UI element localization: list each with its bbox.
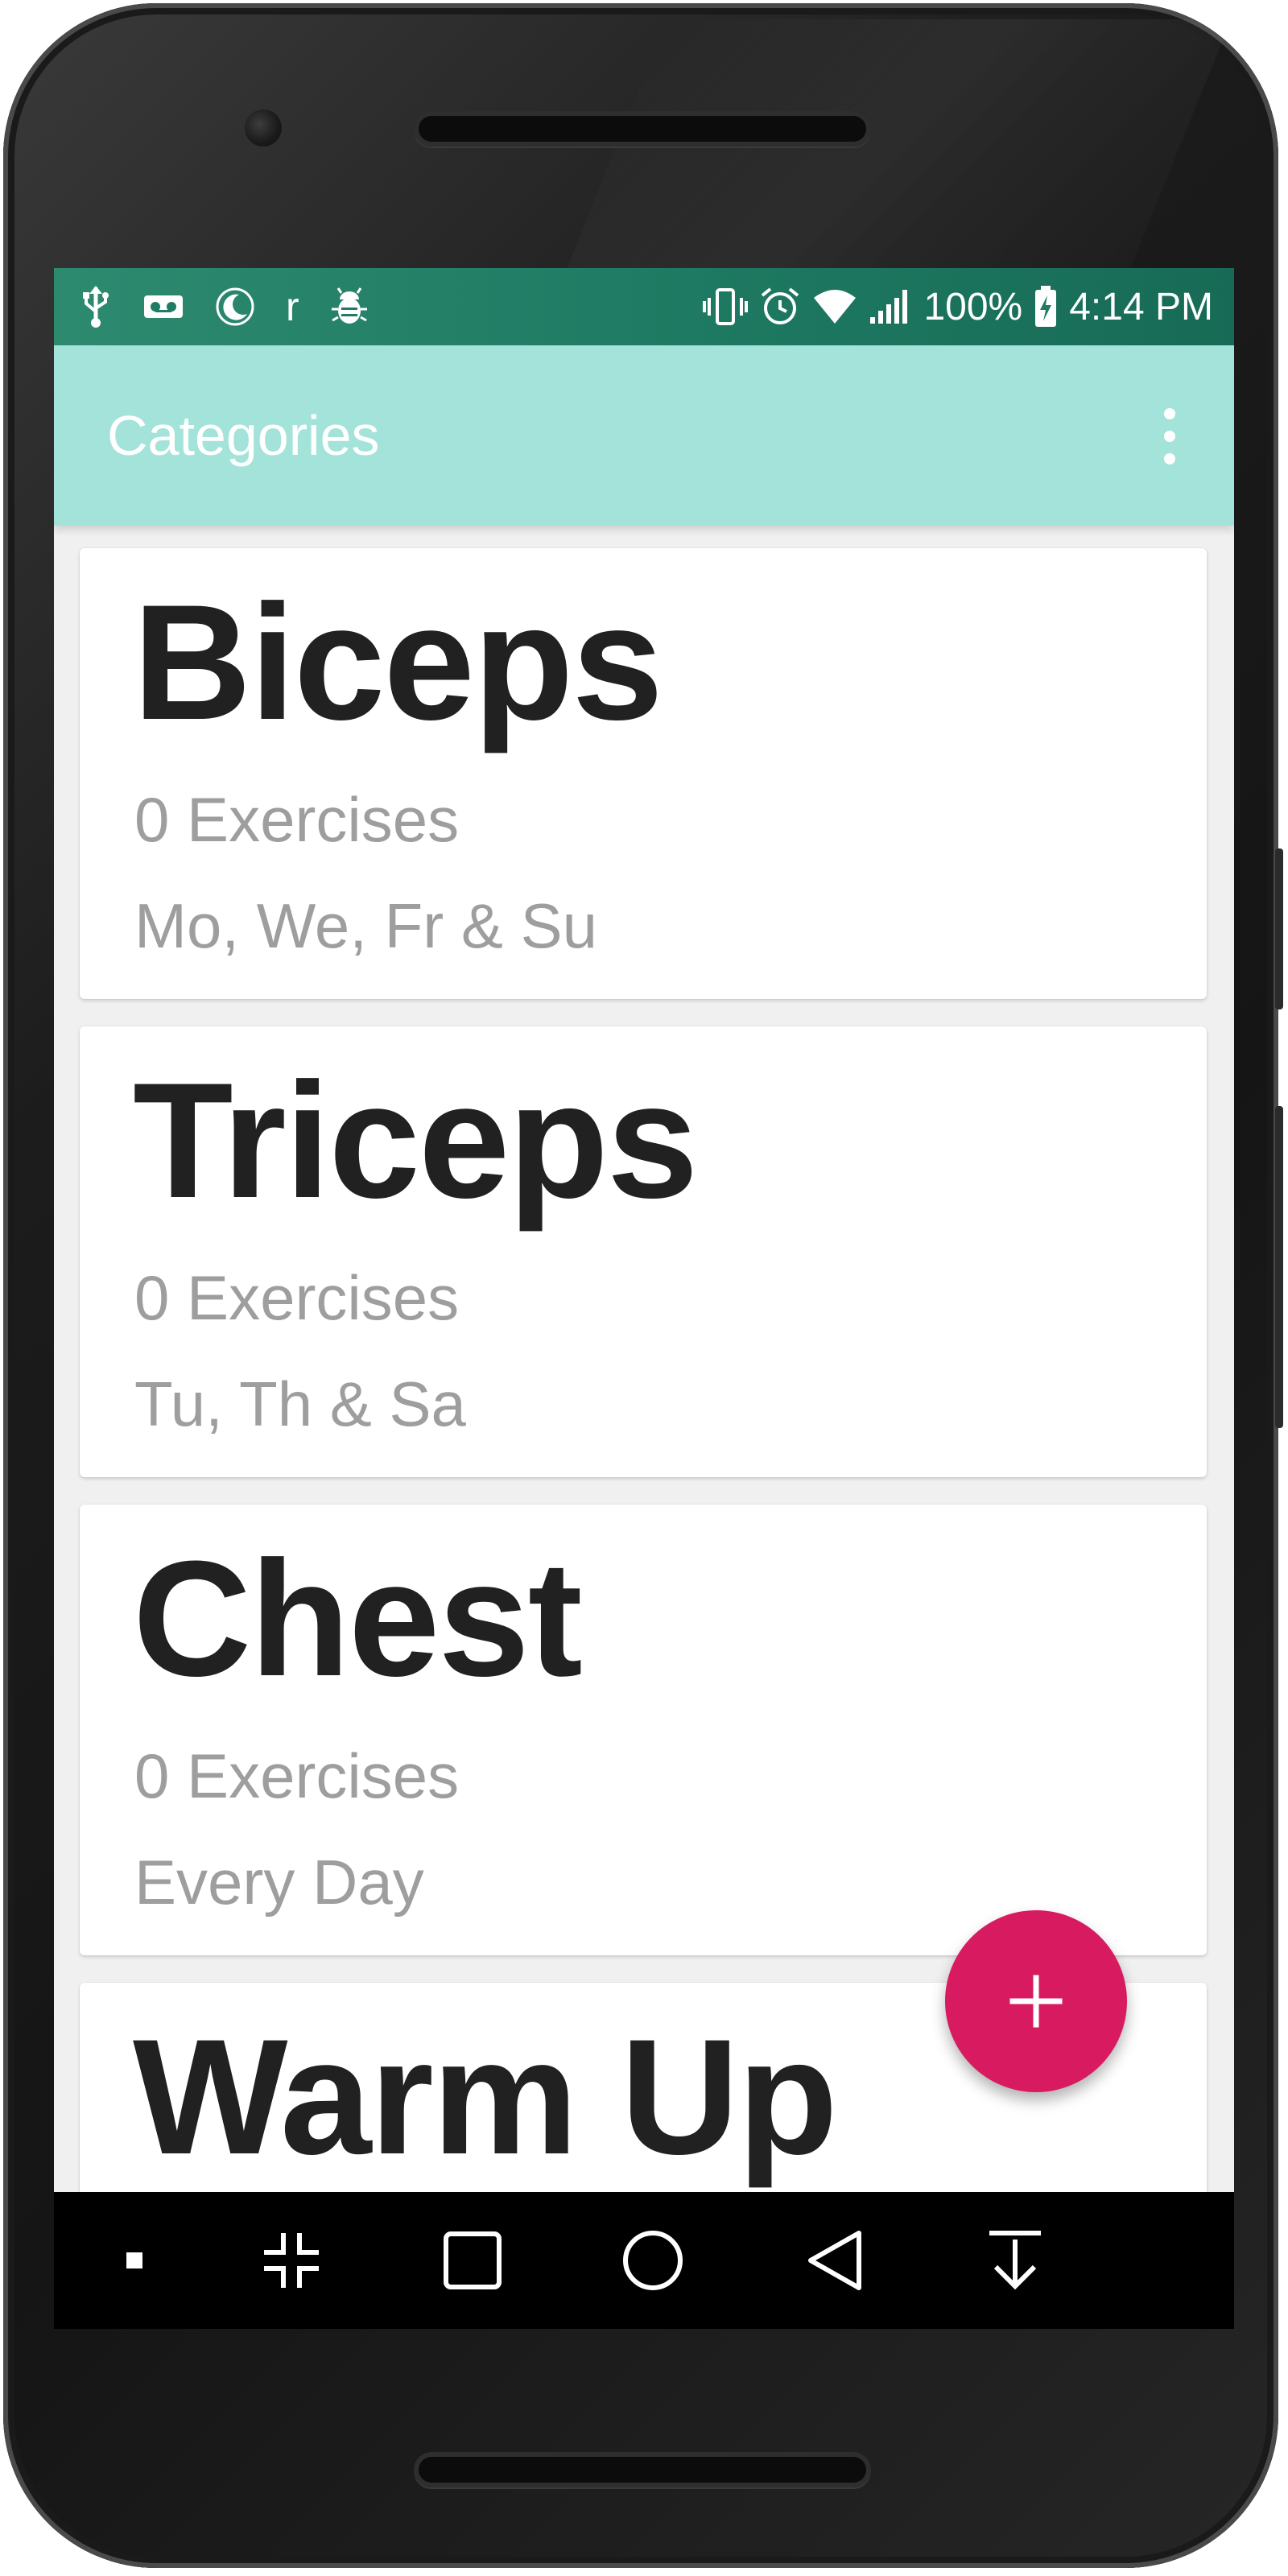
power-button — [1275, 1106, 1283, 1428]
status-icons-right: 100% 4:14 PM — [703, 283, 1213, 331]
category-title: Warm Up — [133, 2005, 838, 2189]
status-bar: r 100% 4:14 PM — [54, 268, 1234, 345]
exercise-count: 0 Exercises — [134, 784, 460, 855]
r-letter: r — [286, 284, 299, 329]
status-icons-left: r — [80, 283, 369, 331]
wifi-icon — [812, 288, 857, 325]
menu-dot — [1164, 453, 1175, 464]
screen: r 100% 4:14 PM Categories Biceps 0 Exerc… — [54, 268, 1234, 2329]
category-days: Mo, We, Fr & Su — [134, 890, 598, 961]
category-title: Triceps — [133, 1049, 698, 1232]
bottom-speaker — [414, 2452, 871, 2487]
menu-dot — [1164, 408, 1175, 419]
home-icon[interactable] — [613, 2220, 693, 2301]
exercise-count: 0 Exercises — [134, 1740, 460, 1811]
category-title: Chest — [133, 1527, 583, 1711]
front-camera — [245, 109, 282, 147]
category-days: Tu, Th & Sa — [134, 1368, 466, 1439]
volume-button — [1275, 848, 1283, 1009]
collapse-icon[interactable] — [251, 2220, 332, 2301]
navigation-bar — [54, 2192, 1234, 2329]
app-bar: Categories — [54, 345, 1234, 526]
top-speaker — [414, 111, 871, 147]
page-title: Categories — [107, 404, 380, 467]
small-square-icon[interactable] — [94, 2220, 175, 2301]
download-icon[interactable] — [975, 2220, 1055, 2301]
usb-icon — [80, 284, 112, 329]
back-icon[interactable] — [795, 2220, 875, 2301]
voicemail-icon — [142, 291, 184, 323]
battery-percent: 100% — [923, 285, 1023, 328]
category-card-triceps[interactable]: Triceps 0 Exercises Tu, Th & Sa — [80, 1026, 1207, 1477]
bug-icon — [330, 287, 369, 327]
signal-icon — [869, 288, 912, 325]
category-card-chest[interactable]: Chest 0 Exercises Every Day — [80, 1505, 1207, 1955]
moon-icon — [215, 287, 255, 327]
add-category-button[interactable] — [945, 1910, 1127, 2092]
battery-charging-icon — [1034, 286, 1058, 328]
recents-icon[interactable] — [432, 2220, 513, 2301]
vibrate-icon — [703, 287, 749, 327]
category-title: Biceps — [133, 571, 663, 754]
category-card-biceps[interactable]: Biceps 0 Exercises Mo, We, Fr & Su — [80, 548, 1207, 999]
more-vert-icon[interactable] — [1154, 408, 1186, 464]
menu-dot — [1164, 431, 1175, 442]
category-days: Every Day — [134, 1847, 424, 1918]
status-time: 4:14 PM — [1069, 285, 1213, 328]
alarm-icon — [759, 286, 801, 328]
exercise-count: 0 Exercises — [134, 1262, 460, 1333]
add-icon — [1009, 1975, 1063, 2028]
phone-frame: r 100% 4:14 PM Categories Biceps 0 Exerc… — [3, 3, 1283, 2568]
